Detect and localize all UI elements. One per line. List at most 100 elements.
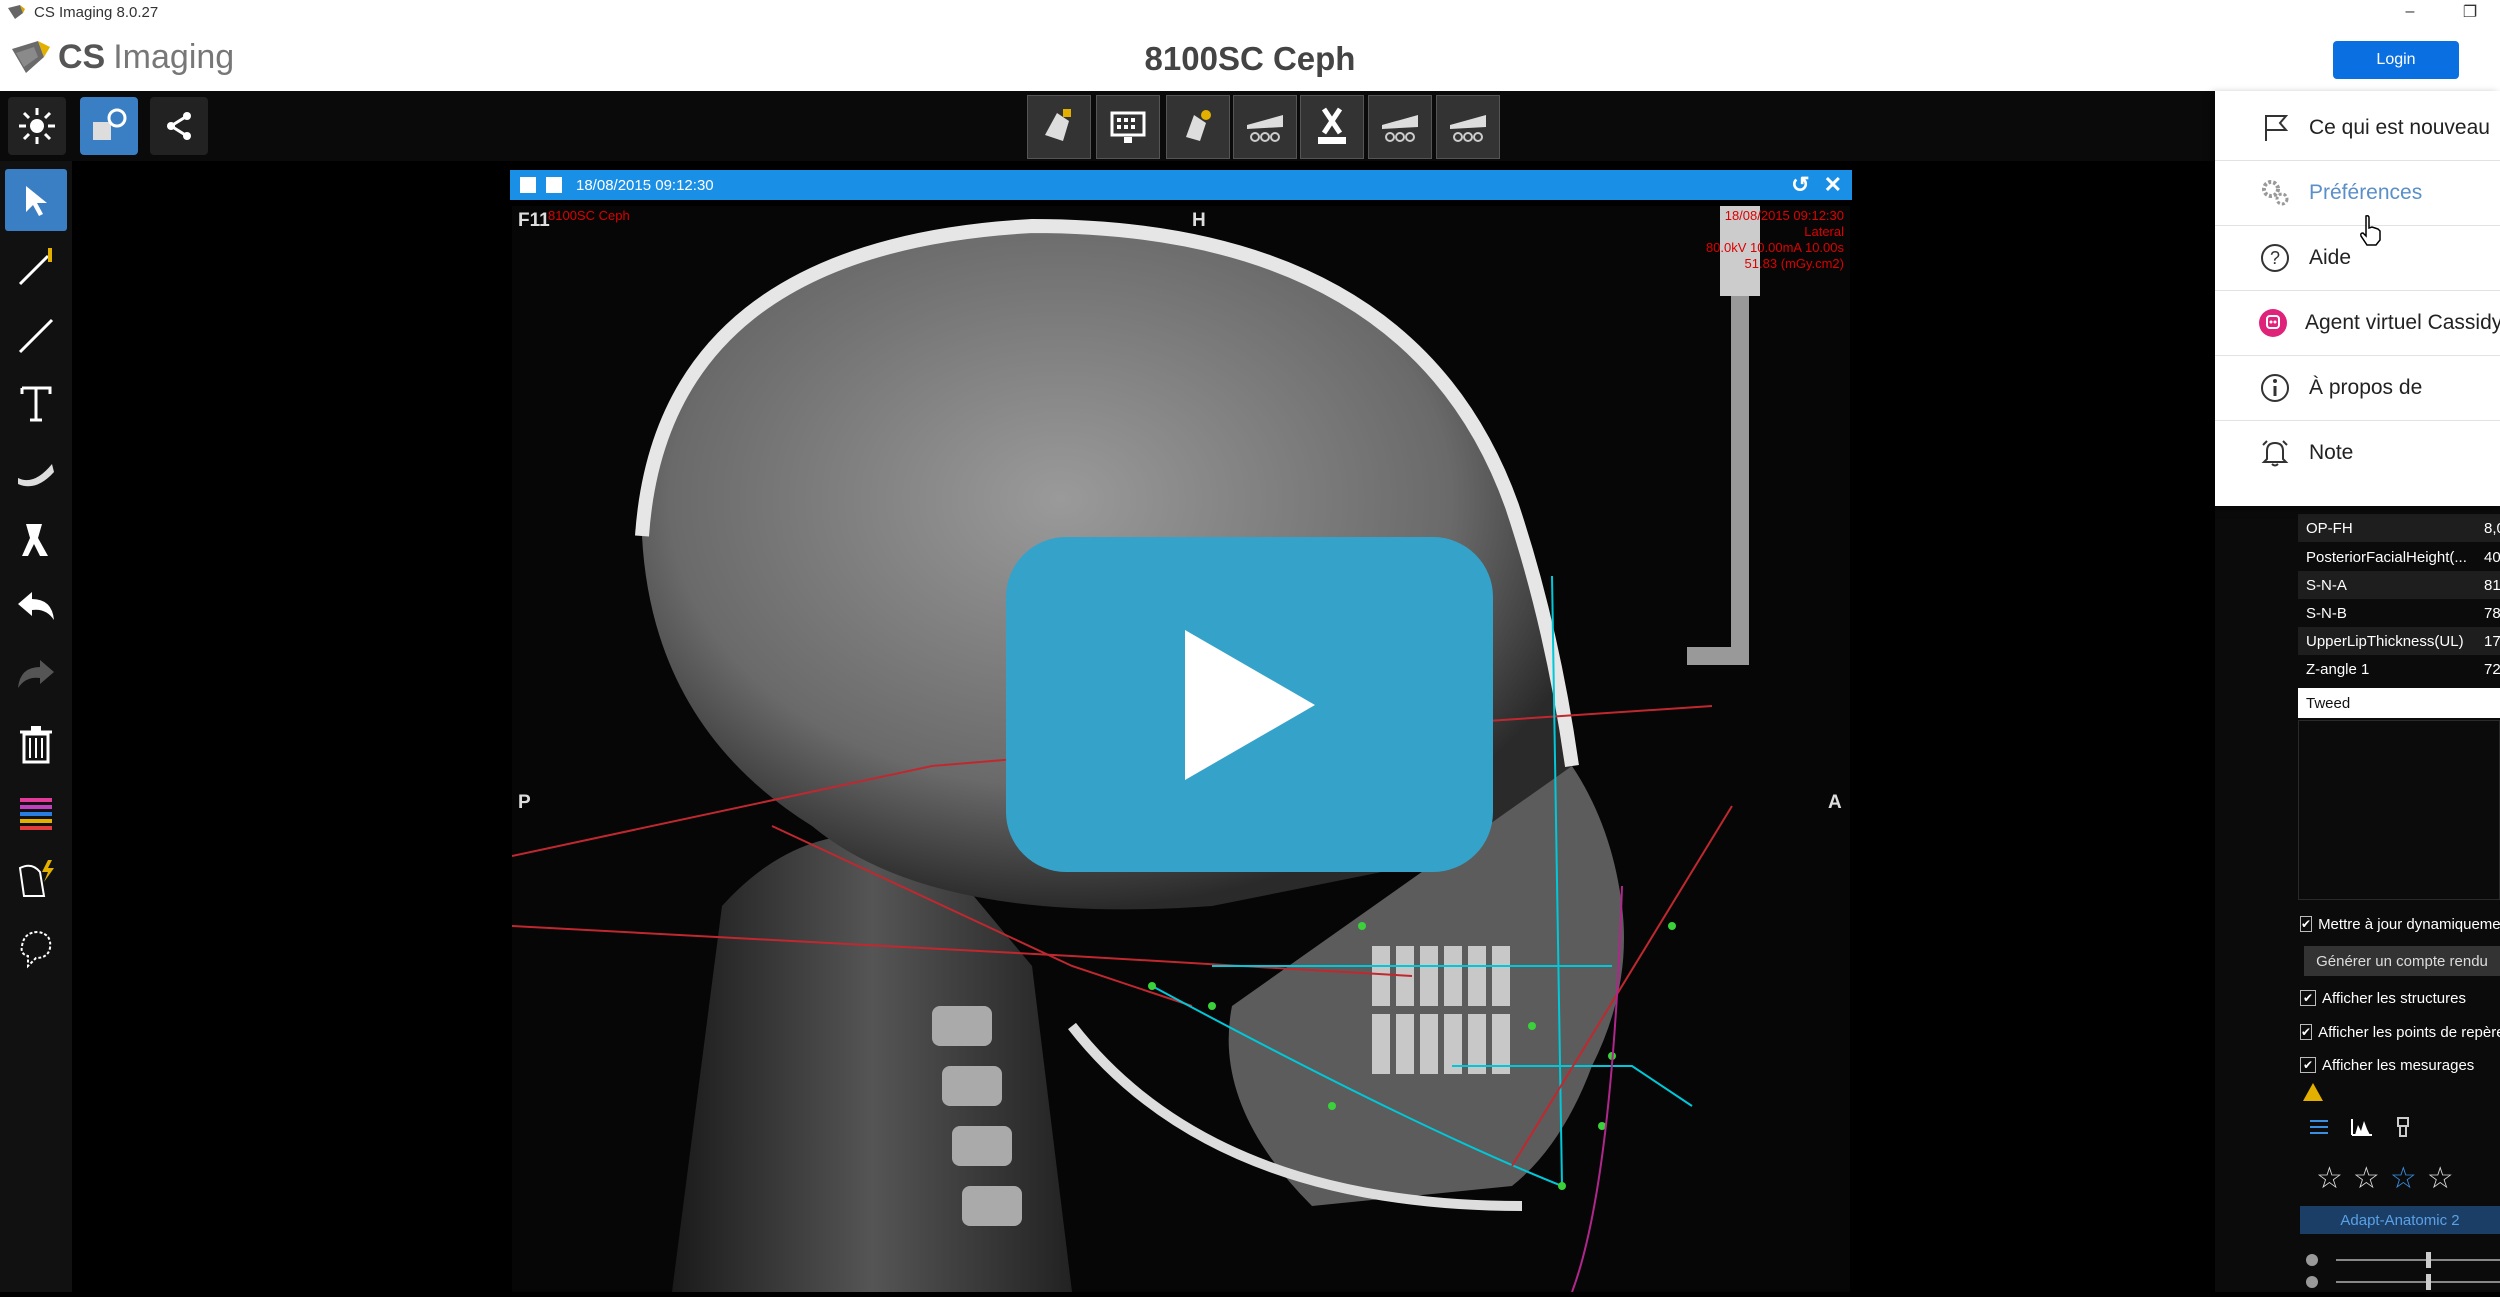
slider-handle[interactable] [2426,1252,2431,1268]
show-landmarks-label: Afficher les points de repère [2318,1023,2500,1041]
close-icon[interactable]: ✕ [1824,172,1842,198]
menu-item-virtual-agent[interactable]: Agent virtuel Cassidy [2215,291,2500,356]
brightness-icon [19,108,55,144]
ceph-grid-button[interactable] [1096,95,1160,159]
measurement-row[interactable]: PosteriorFacialHeight(... 40 [2298,543,2500,571]
undo-button[interactable] [5,577,67,639]
brightness-button[interactable] [8,97,66,155]
star-outline-icon[interactable]: ☆ [2390,1161,2417,1196]
show-landmarks-checkbox[interactable]: ✔ Afficher les points de repère [2300,1018,2500,1046]
ceph-analysis-button[interactable] [1166,95,1230,159]
video-play-button[interactable] [1006,537,1493,872]
line-icon [18,318,54,354]
auto-trace-icon [18,860,54,897]
line-draw-button[interactable] [5,305,67,367]
jaw-icon [18,464,54,487]
show-measurements-checkbox[interactable]: ✔ Afficher les mesurages [2300,1051,2500,1079]
measurement-row[interactable]: Z-angle 1 72 [2298,655,2500,683]
star-outline-icon[interactable]: ☆ [2353,1161,2380,1196]
superimpose-icon [1247,115,1283,142]
checkbox-checked-icon[interactable]: ✔ [2300,1057,2316,1073]
document-icon[interactable] [520,177,536,193]
hand-cursor-icon [2360,215,2381,246]
overlay-details: 18/08/2015 09:12:30 Lateral 80.0kV 10.00… [1612,208,1844,272]
show-measurements-label: Afficher les mesurages [2322,1056,2475,1074]
minimize-button[interactable]: – [2380,0,2440,24]
line-tool-button[interactable] [5,237,67,299]
checkbox-checked-icon[interactable]: ✔ [2300,916,2313,932]
grid-monitor-icon [1110,111,1146,143]
superimpose-3-button[interactable] [1436,95,1500,159]
top-toolbar [0,91,2215,161]
menu-item-label: Ce qui est nouveau [2309,116,2490,139]
overlay-dose: 51.83 (mGy.cm2) [1744,256,1844,271]
checkbox-checked-icon[interactable]: ✔ [2300,990,2316,1006]
share-button[interactable] [150,97,208,155]
overlay-date: 18/08/2015 09:12:30 [1724,208,1844,223]
text-tool-button[interactable] [5,373,67,435]
viewer-titlebar: 18/08/2015 09:12:30 ↺ ✕ [510,170,1852,200]
restore-button[interactable]: ❐ [2440,0,2500,24]
select-tool-button[interactable] [5,169,67,231]
star-outline-icon[interactable]: ☆ [2316,1161,2343,1196]
generate-report-button[interactable]: Générer un compte rendu [2304,946,2500,976]
implant-tool-button[interactable] [5,509,67,571]
soft-tissue-button[interactable] [5,917,67,979]
svg-text:?: ? [2270,248,2280,268]
list-settings-icon[interactable] [2308,1117,2330,1137]
color-palette-icon [20,798,52,830]
superimpose-button[interactable] [1233,95,1297,159]
jaw-tool-button[interactable] [5,441,67,503]
contrast-slider[interactable] [2300,1250,2500,1270]
delete-button[interactable] [5,713,67,775]
help-icon: ? [2257,240,2293,276]
histogram-icon[interactable] [2350,1117,2374,1137]
ceph-tracing-button[interactable] [1027,95,1091,159]
measurement-name: UpperLipThickness(UL) [2306,632,2464,650]
save-icon[interactable] [546,177,562,193]
bell-icon [2257,435,2293,471]
dynamic-update-checkbox[interactable]: ✔ Mettre à jour dynamiquement [2300,910,2500,938]
analysis-list[interactable] [2298,720,2500,900]
analysis-select[interactable]: Tweed [2298,688,2500,718]
twin-button[interactable] [1300,95,1364,159]
redo-icon [18,660,54,688]
filter-presets: ☆ ☆ ☆ ☆ [2298,1158,2500,1198]
measurement-row[interactable]: S-N-A 81 [2298,571,2500,599]
slider-handle[interactable] [2426,1274,2431,1290]
menu-item-about[interactable]: À propos de [2215,356,2500,421]
auto-trace-button[interactable] [5,849,67,911]
dynamic-update-label: Mettre à jour dynamiquement [2318,915,2500,933]
contrast-icon [2306,1254,2318,1266]
adapt-anatomic-button[interactable]: Adapt-Anatomic 2 [2300,1206,2500,1234]
star-outline-icon[interactable]: ☆ [2427,1161,2454,1196]
implant-icon[interactable] [2394,1116,2412,1138]
redo-button[interactable] [5,645,67,707]
show-structures-label: Afficher les structures [2322,989,2466,1007]
brightness-slider[interactable] [2300,1272,2500,1292]
measurement-row[interactable]: UpperLipThickness(UL) 17 [2298,627,2500,655]
checkbox-checked-icon[interactable]: ✔ [2300,1024,2313,1040]
show-structures-checkbox[interactable]: ✔ Afficher les structures [2300,984,2500,1012]
login-button[interactable]: Login [2333,41,2459,79]
measurement-value: 40 [2484,548,2500,566]
refresh-icon[interactable]: ↺ [1791,172,1809,198]
menu-item-whats-new[interactable]: Ce qui est nouveau [2215,96,2500,161]
superimpose-2-button[interactable] [1368,95,1432,159]
measurement-value: 78 [2484,604,2500,622]
color-button[interactable] [5,781,67,843]
measurement-row[interactable]: S-N-B 78 [2298,599,2500,627]
share-icon [167,112,191,140]
info-icon [2257,370,2293,406]
undo-icon [18,592,54,620]
measurement-value: 17 [2484,632,2500,650]
twin-icon [1318,107,1346,144]
measurement-value: 81 [2484,576,2500,594]
measurement-name: PosteriorFacialHeight(... [2306,548,2467,566]
orientation-left-label: P [518,792,531,813]
menu-item-note[interactable]: Note [2215,421,2500,485]
measurement-row[interactable]: OP-FH 8,0 [2298,514,2500,542]
tool-settings-button[interactable] [80,97,138,155]
ceph-analysis-icon [1186,110,1211,141]
menu-item-label: Aide [2309,246,2352,269]
